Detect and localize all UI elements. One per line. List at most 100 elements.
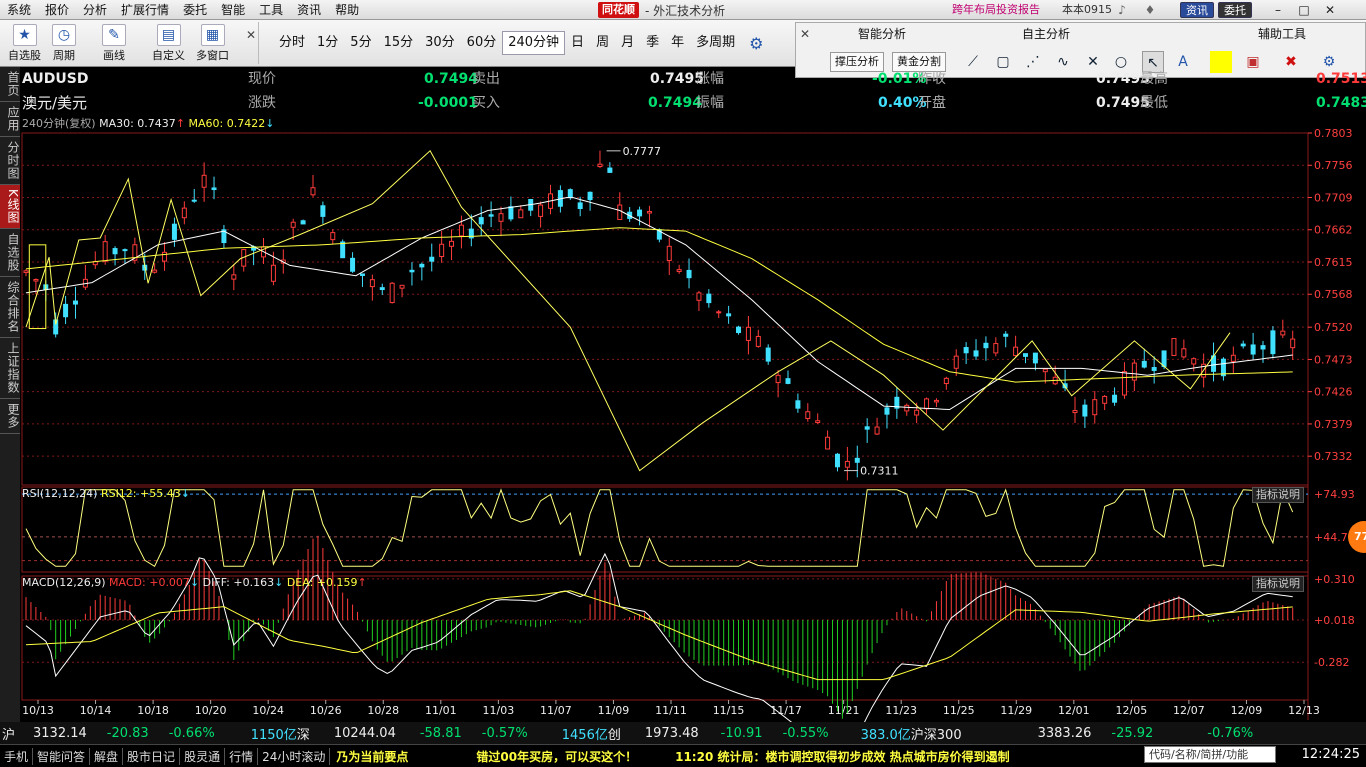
candle-body — [112, 248, 118, 255]
candle-body — [409, 269, 415, 273]
candle-body — [1290, 338, 1296, 349]
x-tick-label: 10/20 — [195, 704, 227, 717]
candle-body — [439, 243, 445, 257]
candle-body — [834, 453, 840, 468]
status-bar: 沪 3132.14 -20.83 -0.66% 1150亿 深 10244.04… — [0, 722, 1366, 767]
candle-body — [745, 326, 751, 341]
candle-body — [1003, 333, 1009, 337]
sh-amount: 1150亿 — [250, 727, 297, 743]
rsi-header: RSI(12,12,24) RSI12: +55.43↓ — [22, 487, 190, 501]
candle-body — [1092, 399, 1098, 416]
cy-value: 1973.48 — [644, 725, 699, 741]
macd-value: MACD: +0.007 — [109, 576, 190, 589]
status-tab-1[interactable]: 智能问答 — [33, 747, 91, 765]
macd-help-button[interactable]: 指标说明 — [1252, 576, 1304, 592]
candle-body — [300, 220, 306, 225]
ma-header: 240分钟(复权) MA30: 0.7437↑ MA60: 0.7422↓ — [22, 117, 274, 131]
status-tab-4[interactable]: 股灵通 — [180, 747, 226, 765]
dea-line — [25, 590, 1293, 681]
candle-body — [1032, 352, 1038, 364]
rsi-line — [25, 488, 1294, 568]
status-tab-0[interactable]: 手机 — [0, 747, 34, 765]
candle-body — [795, 400, 801, 409]
sh-label: 沪 — [2, 727, 16, 743]
candle-body — [359, 273, 365, 276]
macd-label: MACD(12,26,9) — [22, 576, 106, 589]
cy-label: 创 — [607, 727, 621, 743]
x-tick-label: 11/09 — [598, 704, 630, 717]
x-tick-label: 11/23 — [885, 704, 917, 717]
candle-body — [587, 191, 593, 201]
macd-tick-label: -0.282 — [1314, 656, 1349, 669]
y-tick-label: 0.7473 — [1314, 353, 1353, 366]
sz-value: 10244.04 — [333, 725, 396, 741]
candle-body — [389, 282, 395, 304]
candle-body — [419, 263, 425, 268]
candle-body — [1240, 343, 1246, 347]
y-tick-label: 0.7426 — [1314, 386, 1353, 399]
status-tab-5[interactable]: 行情 — [225, 747, 259, 765]
candle-body — [399, 284, 405, 289]
candle-body — [577, 202, 583, 210]
panel-frame — [21, 132, 1309, 486]
candle-body — [320, 205, 326, 217]
annotation-label: 0.7777 — [623, 145, 662, 158]
candle-body — [369, 279, 375, 288]
candle-body — [854, 457, 860, 463]
candle-body — [1112, 394, 1118, 403]
candle-body — [637, 209, 643, 217]
news-item[interactable]: 错过00年买房，可以买这个！ — [476, 748, 637, 765]
y-tick-label: 0.7709 — [1314, 191, 1353, 204]
candle-body — [162, 251, 168, 262]
candle-body — [211, 187, 217, 191]
candle-body — [152, 269, 158, 273]
status-tab-6[interactable]: 24小时滚动 — [258, 747, 331, 765]
hs300-pct: -0.76% — [1207, 725, 1254, 741]
rsi-help-button[interactable]: 指标说明 — [1252, 487, 1304, 503]
up-arrow-icon: ↑ — [357, 576, 367, 589]
macd-tick-label: +0.018 — [1314, 614, 1355, 627]
x-tick-label: 11/11 — [655, 704, 687, 717]
dea-value: DEA: +0.159 — [286, 576, 358, 589]
y-tick-label: 0.7520 — [1314, 321, 1353, 334]
news-item[interactable]: 乃为当前要点 — [336, 748, 408, 765]
candle-body — [666, 245, 672, 261]
y-tick-label: 0.7756 — [1314, 159, 1353, 172]
zigzag-line — [25, 150, 1231, 472]
x-tick-label: 10/18 — [137, 704, 169, 717]
y-tick-label: 0.7332 — [1314, 450, 1353, 463]
annotation-label: 0.7311 — [860, 465, 899, 478]
news-ticker: 手机 智能问答 解盘 股市日记 股灵通 行情 24小时滚动 乃为当前要点 错过00年买房，可… — [0, 744, 1366, 767]
candle-body — [874, 426, 880, 435]
candle-body — [993, 343, 999, 354]
x-tick-label: 11/21 — [828, 704, 860, 717]
candle-body — [963, 347, 969, 354]
candle-body — [617, 204, 623, 220]
kline-chart[interactable]: 0.7803 0.7756 0.7709 0.7662 0.7615 0.7568 0.75… — [0, 0, 1366, 767]
code-search-input[interactable]: 代码/名称/简拼/功能 — [1144, 746, 1276, 763]
candle-body — [983, 342, 989, 349]
hs300-label: 沪深300 — [910, 727, 962, 743]
status-tab-3[interactable]: 股市日记 — [123, 747, 181, 765]
status-tab-2[interactable]: 解盘 — [90, 747, 124, 765]
ma60-value: MA60: 0.7422 — [188, 117, 266, 130]
cy-change: -10.91 — [720, 725, 763, 741]
candle-body — [1121, 371, 1127, 396]
macd-header: MACD(12,26,9) MACD: +0.007↓ DIFF: +0.163… — [22, 576, 367, 590]
news-item[interactable]: 11:20 统计局：楼市调控取得初步成效 热点城市房价得到遏制 — [675, 748, 1010, 765]
candle-body — [716, 311, 722, 314]
candle-body — [1260, 345, 1266, 350]
candle-body — [102, 241, 108, 262]
x-tick-label: 11/01 — [425, 704, 457, 717]
candle-body — [63, 303, 69, 318]
x-tick-label: 12/07 — [1173, 704, 1205, 717]
panel-frame — [21, 575, 1309, 701]
candle-body — [1072, 410, 1078, 414]
candle-body — [1102, 395, 1108, 404]
hs300-value: 3383.26 — [1037, 725, 1092, 741]
x-tick-label: 10/14 — [80, 704, 112, 717]
candle-body — [231, 274, 237, 280]
panel-frame — [21, 486, 1309, 573]
candle-body — [350, 257, 356, 272]
x-tick-label: 10/28 — [367, 704, 399, 717]
